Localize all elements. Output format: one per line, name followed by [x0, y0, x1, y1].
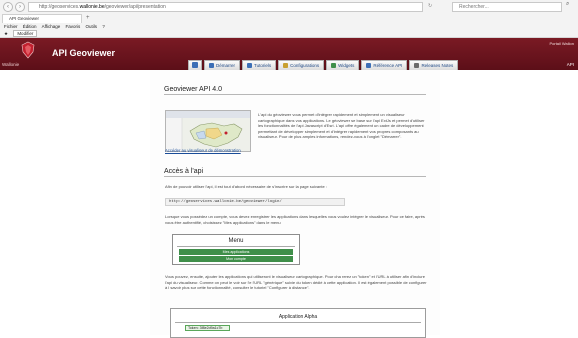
intro-text: L'api du géoviewer vous permet d'intégre… [258, 112, 425, 139]
menu-file[interactable]: Fichier [4, 24, 18, 29]
address-row: ‹ › http://geoservices.wallonie.be/geovi… [0, 0, 578, 14]
tab-widgets[interactable]: Widgets [326, 60, 360, 70]
map-thumbnail[interactable] [165, 110, 251, 152]
config-icon [283, 63, 289, 68]
wallonie-logo-icon[interactable] [20, 41, 36, 60]
tab-home[interactable] [188, 60, 202, 70]
address-bar[interactable]: http://geoservices.wallonie.be/geoviewer… [28, 2, 423, 12]
url-prefix: http://geoservices. [39, 4, 80, 10]
tab-demarrer-label: Démarrer [216, 63, 236, 68]
menu-help[interactable]: ? [102, 24, 105, 29]
tab-demarrer[interactable]: Démarrer [204, 60, 241, 70]
map-preview-icon [166, 111, 250, 151]
main-nav: Démarrer Tutoriels Configurations Widgets Ré… [188, 60, 460, 70]
widgets-icon [331, 63, 337, 68]
tab-configurations-label: Configurations [290, 63, 320, 68]
menu-favorites[interactable]: Favoris [66, 24, 81, 29]
section-title-api: Geoviewer API 4.0 [164, 86, 426, 95]
menu-illustration-title: Menu [228, 238, 244, 244]
application-illustration: Application Alpha Token: 3f8e2d9a1c7b [170, 308, 426, 338]
tab-release-notes[interactable]: Releases Notes [409, 60, 459, 70]
tab-release-label: Releases Notes [421, 63, 454, 68]
menu-view[interactable]: Affichage [42, 24, 61, 29]
menu-bar: Fichier Édition Affichage Favoris Outils… [0, 23, 578, 30]
browser-chrome: ‹ › http://geoservices.wallonie.be/geovi… [0, 0, 578, 38]
my-applications-button[interactable]: Mes applications [179, 249, 293, 255]
tab-reference-label: Référence API [373, 63, 403, 68]
region-label: Wallonie [2, 62, 20, 67]
tab-reference-api[interactable]: Référence API [361, 60, 408, 70]
section-title-access: Accès à l'api [164, 168, 426, 177]
refresh-icon[interactable]: ↻ [428, 3, 432, 9]
register-url[interactable]: http://geoservices.wallonie.be/geoviewer… [165, 198, 345, 206]
url-host: wallonie.be [79, 4, 105, 10]
portal-link[interactable]: Portail Wallon [549, 41, 574, 46]
search-input[interactable]: Rechercher... [452, 2, 562, 12]
tab-tutoriels-label: Tutoriels [254, 63, 272, 68]
menu-illustration: Menu Mes applications Mon compte [172, 234, 300, 265]
main-content: Geoviewer API 4.0 L'api du géoviewer vou… [150, 70, 440, 338]
favorites-star-icon[interactable]: ★ [4, 31, 8, 36]
search-icon[interactable]: ⌕ [566, 1, 569, 8]
token-field[interactable]: Token: 3f8e2d9a1c7b [185, 325, 230, 331]
favorites-item[interactable]: Modifier [13, 30, 38, 37]
access-paragraph-3: Vous pouvez, ensuite, ajouter les applic… [165, 274, 427, 290]
menu-tools[interactable]: Outils [86, 24, 98, 29]
tab-widgets-label: Widgets [338, 63, 355, 68]
tutorials-icon [247, 63, 253, 68]
demo-link[interactable]: Accéder au visualiseur de démonstration [165, 148, 241, 153]
menu-divider [177, 246, 295, 247]
application-title: Application Alpha [278, 314, 318, 320]
tab-configurations[interactable]: Configurations [278, 60, 325, 70]
start-icon [209, 63, 214, 68]
access-paragraph-2: Lorsque vous possédez un compte, vous de… [165, 214, 425, 225]
site-title: API Geoviewer [52, 48, 116, 58]
browser-tab[interactable]: API Geoviewer [2, 14, 82, 23]
favorites-bar: ★ Modifier [0, 30, 578, 38]
access-paragraph-1: Afin de pouvoir utiliser l'api, il est t… [165, 184, 327, 189]
url-path: /geoviewer/api/presentation [104, 4, 166, 10]
my-account-button[interactable]: Mon compte [179, 256, 293, 262]
application-divider [175, 322, 421, 323]
tab-row: API Geoviewer + [0, 14, 578, 23]
tab-tutoriels[interactable]: Tutoriels [242, 60, 277, 70]
reference-icon [366, 63, 372, 68]
forward-button[interactable]: › [15, 2, 25, 12]
menu-edit[interactable]: Édition [23, 24, 37, 29]
home-icon [192, 62, 198, 68]
release-notes-icon [414, 63, 420, 68]
back-button[interactable]: ‹ [3, 2, 13, 12]
api-label: API [566, 62, 574, 67]
new-tab-icon[interactable]: + [86, 14, 90, 22]
